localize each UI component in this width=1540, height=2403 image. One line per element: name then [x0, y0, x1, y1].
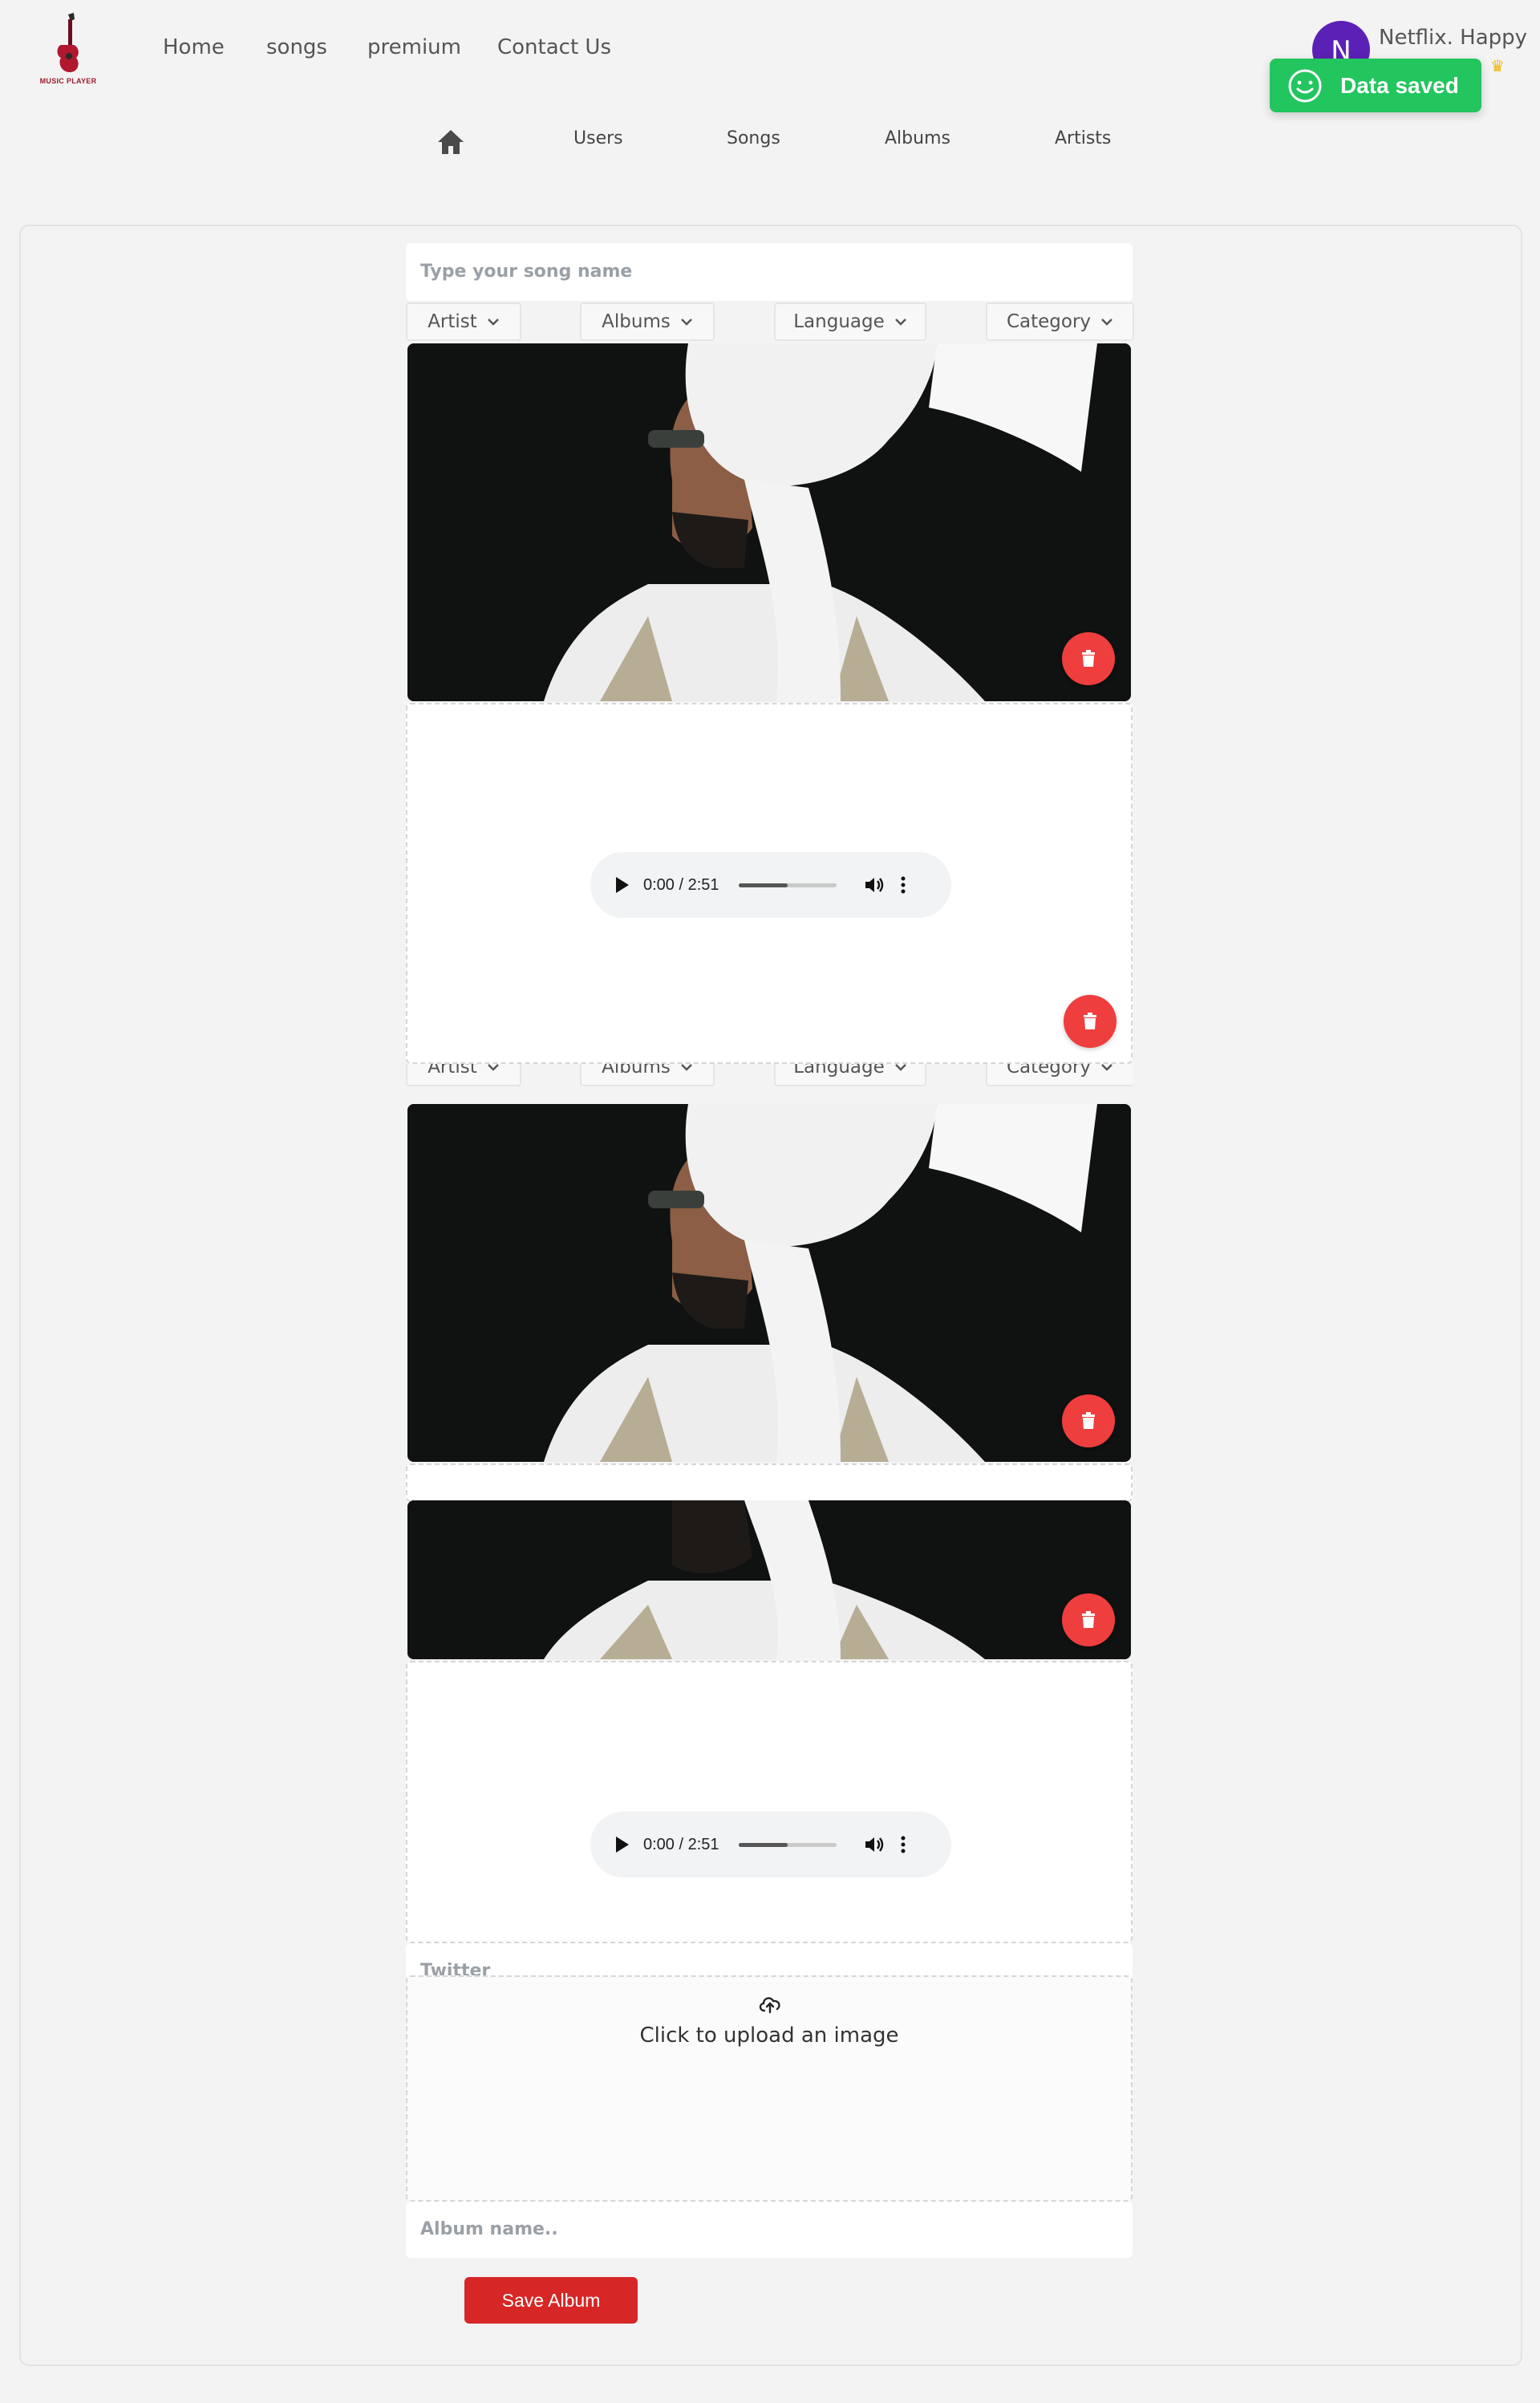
- artist-photo: [407, 1500, 1131, 1659]
- album-name-input[interactable]: Album name..: [406, 2202, 1133, 2258]
- language-dropdown-label: Language: [793, 311, 885, 332]
- audio-progress-bar[interactable]: [738, 1842, 837, 1847]
- category-dropdown[interactable]: Category: [986, 302, 1134, 341]
- albums-dropdown[interactable]: Albums: [580, 302, 715, 341]
- image-upload-area[interactable]: Click to upload an image: [406, 1975, 1133, 2202]
- audio-progress-fill: [738, 1842, 788, 1847]
- volume-icon[interactable]: [864, 1836, 885, 1853]
- language-dropdown-2[interactable]: Language: [774, 1064, 926, 1086]
- admin-nav-songs[interactable]: Songs: [727, 128, 780, 148]
- song-name-placeholder: Type your song name: [420, 262, 633, 282]
- chevron-down-icon: [1101, 319, 1112, 326]
- artist-dropdown-2[interactable]: Artist: [406, 1064, 521, 1086]
- chevron-down-icon: [894, 1064, 906, 1071]
- toast-message: Data saved: [1340, 72, 1459, 98]
- audio-player-2[interactable]: 0:00 / 2:51: [590, 1812, 951, 1877]
- logo-text: MUSIC PLAYER: [39, 77, 97, 85]
- artist-photo: [407, 1104, 1131, 1462]
- album-name-placeholder: Album name..: [420, 2219, 558, 2239]
- delete-icon: [1082, 1611, 1095, 1628]
- album-cover-preview: [407, 1500, 1131, 1659]
- chevron-down-icon: [680, 1064, 692, 1071]
- artist-photo: [407, 343, 1131, 701]
- filters-row-overlap: Artist Albums Language Category: [406, 1064, 1133, 1101]
- audio-player[interactable]: 0:00 / 2:51: [590, 852, 951, 918]
- play-icon[interactable]: [616, 1837, 629, 1853]
- audio-preview-area: 0:00 / 2:51: [406, 703, 1133, 1064]
- crown-icon: ♛: [1490, 56, 1505, 75]
- artist-dropdown-label: Artist: [428, 311, 477, 332]
- audio-time: 0:00 / 2:51: [643, 1835, 719, 1853]
- upload-label: Click to upload an image: [639, 2023, 899, 2048]
- delete-icon: [1084, 1013, 1096, 1029]
- admin-nav-artists[interactable]: Artists: [1055, 128, 1111, 148]
- language-dropdown-label: Language: [793, 1064, 885, 1078]
- albums-dropdown-2[interactable]: Albums: [580, 1064, 715, 1086]
- toast-notification: Data saved: [1270, 59, 1481, 112]
- chevron-down-icon: [894, 319, 906, 326]
- admin-nav-albums[interactable]: Albums: [885, 128, 950, 148]
- delete-icon: [1082, 650, 1095, 667]
- home-icon[interactable]: [436, 128, 465, 156]
- chevron-down-icon: [487, 319, 499, 326]
- category-dropdown-label: Category: [1006, 1064, 1092, 1078]
- nav-home[interactable]: Home: [163, 35, 225, 59]
- more-vertical-icon[interactable]: [901, 1835, 906, 1854]
- volume-icon[interactable]: [864, 876, 885, 894]
- audio-preview-area-2: 0:00 / 2:51: [406, 1661, 1133, 1943]
- audio-progress-bar[interactable]: [738, 883, 837, 887]
- audio-time: 0:00 / 2:51: [643, 875, 719, 894]
- artist-dropdown-label: Artist: [428, 1064, 477, 1078]
- save-album-button[interactable]: Save Album: [464, 2277, 638, 2324]
- category-dropdown-2[interactable]: Category: [986, 1064, 1133, 1086]
- nav-songs[interactable]: songs: [266, 35, 327, 59]
- category-dropdown-label: Category: [1006, 311, 1092, 332]
- audio-progress-fill: [738, 883, 788, 887]
- delete-artist-cover-button[interactable]: [1062, 1394, 1115, 1447]
- admin-nav-users[interactable]: Users: [573, 128, 623, 148]
- more-vertical-icon[interactable]: [901, 875, 906, 895]
- artist-cover-preview: [407, 1104, 1131, 1462]
- language-dropdown[interactable]: Language: [774, 302, 926, 341]
- chevron-down-icon: [487, 1064, 499, 1071]
- delete-album-cover-button[interactable]: [1062, 1593, 1115, 1646]
- app-logo[interactable]: MUSIC PLAYER: [32, 11, 104, 91]
- albums-dropdown-label: Albums: [602, 1064, 671, 1078]
- nav-premium[interactable]: premium: [367, 35, 461, 59]
- song-name-input[interactable]: Type your song name: [406, 243, 1133, 301]
- user-name: Netflix. Happy: [1379, 26, 1528, 50]
- smile-icon: [1288, 69, 1322, 102]
- cloud-upload-icon: [759, 1997, 780, 2014]
- albums-dropdown-label: Albums: [602, 311, 671, 332]
- input-strip: [406, 1463, 1133, 1502]
- chevron-down-icon: [1101, 1064, 1112, 1071]
- guitar-logo-icon: [57, 13, 79, 72]
- delete-icon: [1082, 1412, 1095, 1429]
- delete-cover-button[interactable]: [1062, 632, 1115, 685]
- song-cover-preview: [407, 343, 1131, 701]
- artist-dropdown[interactable]: Artist: [406, 302, 521, 341]
- nav-contact-us[interactable]: Contact Us: [497, 35, 611, 59]
- play-icon[interactable]: [616, 877, 629, 893]
- chevron-down-icon: [680, 319, 692, 326]
- delete-audio-button[interactable]: [1064, 995, 1116, 1048]
